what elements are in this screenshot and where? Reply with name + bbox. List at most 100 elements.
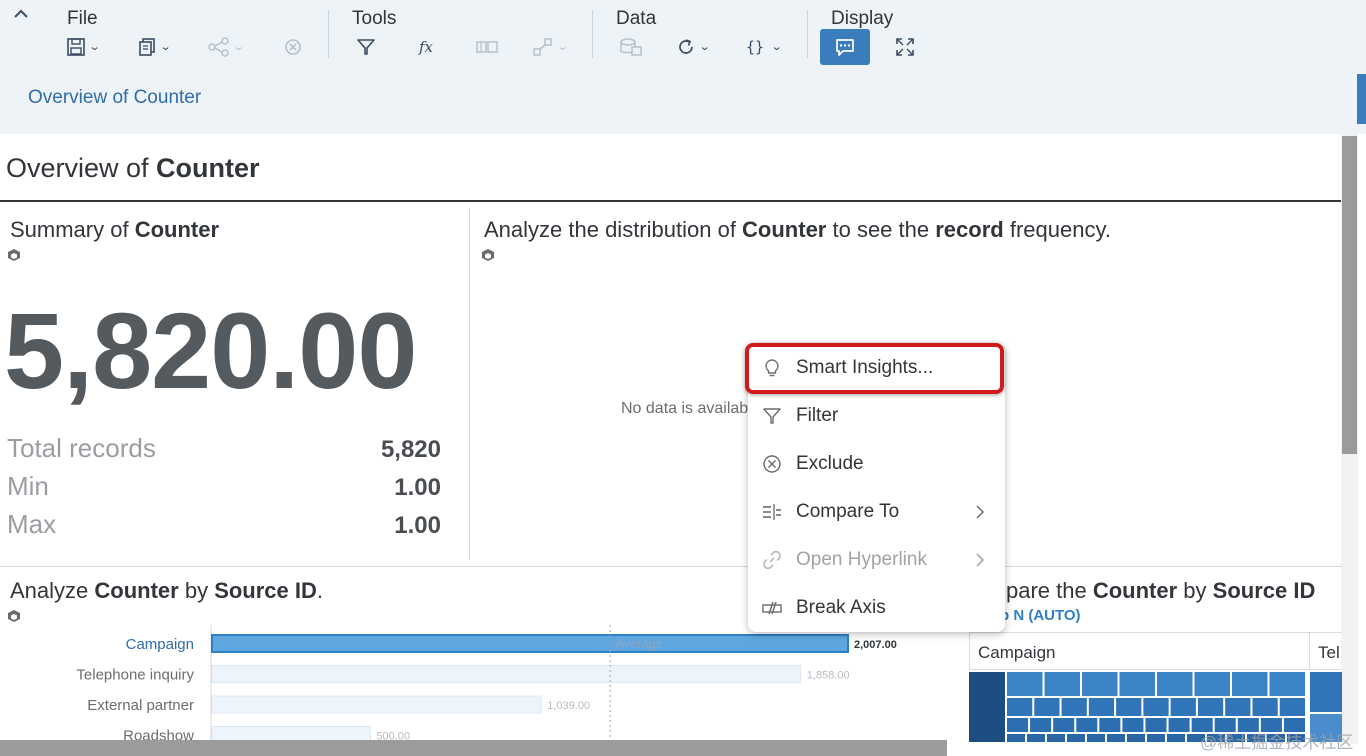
svg-text:{}: {} bbox=[746, 38, 764, 56]
menu-item-open-hyperlink[interactable]: Open Hyperlink bbox=[748, 536, 1005, 584]
category-label[interactable]: Telephone inquiry bbox=[76, 667, 194, 684]
display-group-title: Display bbox=[831, 8, 894, 29]
treemap-cell[interactable] bbox=[1167, 734, 1185, 742]
treemap-cell[interactable] bbox=[1067, 734, 1085, 742]
treemap-cell[interactable] bbox=[1107, 734, 1125, 742]
filter-icon bbox=[357, 39, 375, 55]
treemap-cell[interactable] bbox=[1127, 734, 1145, 742]
chevron-right-icon bbox=[976, 553, 985, 567]
stat-row: Total records 5,820 bbox=[7, 433, 441, 469]
treemap-cell[interactable] bbox=[1116, 698, 1142, 716]
linked-analysis-button[interactable]: ⌄ bbox=[532, 34, 569, 60]
treemap-cell[interactable] bbox=[1087, 734, 1105, 742]
treemap-cell[interactable] bbox=[1122, 718, 1144, 732]
model-icon bbox=[8, 249, 20, 261]
analyze-tile-title: Analyze Counter by Source ID. bbox=[10, 578, 324, 603]
treemap-cell[interactable] bbox=[1157, 672, 1193, 696]
average-label: Average bbox=[615, 636, 663, 651]
treemap-cell[interactable] bbox=[1030, 718, 1052, 732]
menu-item-label: Exclude bbox=[796, 453, 864, 474]
treemap-cell[interactable] bbox=[1007, 672, 1043, 696]
treemap-cell[interactable] bbox=[969, 672, 1005, 742]
compare-icon bbox=[763, 504, 781, 520]
treemap-cell[interactable] bbox=[1027, 734, 1045, 742]
data-source-button[interactable] bbox=[619, 34, 643, 60]
compare-tile-title: pare the Counter by Source ID bbox=[1006, 578, 1316, 603]
treemap-cell[interactable] bbox=[1279, 698, 1305, 716]
treemap-cell[interactable] bbox=[1047, 734, 1065, 742]
category-label[interactable]: Campaign bbox=[126, 636, 194, 653]
treemap-cell[interactable] bbox=[1225, 698, 1251, 716]
treemap-cell[interactable] bbox=[1007, 734, 1025, 742]
filter-button[interactable] bbox=[356, 34, 376, 60]
model-icon bbox=[8, 610, 20, 622]
treemap-cell[interactable] bbox=[1310, 672, 1342, 712]
comment-mode-button[interactable] bbox=[820, 29, 870, 65]
treemap-cell[interactable] bbox=[1007, 718, 1029, 732]
treemap-cell[interactable] bbox=[1076, 718, 1098, 732]
treemap-cell[interactable] bbox=[1143, 698, 1169, 716]
treemap-cell[interactable] bbox=[1061, 698, 1087, 716]
topn-label[interactable]: p N (AUTO) bbox=[1000, 607, 1081, 624]
treemap-cell[interactable] bbox=[1197, 698, 1224, 716]
exclude-icon bbox=[763, 455, 781, 473]
formula-button[interactable]: fx bbox=[418, 34, 438, 60]
treemap-cell[interactable] bbox=[1119, 672, 1156, 696]
category-label[interactable]: Roadshow bbox=[123, 728, 194, 741]
stat-row: Min 1.00 bbox=[7, 471, 441, 507]
highlight-box bbox=[745, 343, 1004, 394]
treemap-cell[interactable] bbox=[1053, 718, 1075, 732]
menu-item-compare-to[interactable]: Compare To bbox=[748, 488, 1005, 536]
breadcrumb[interactable]: Overview of Counter bbox=[28, 87, 201, 109]
save-icon bbox=[67, 38, 85, 56]
treemap-cell[interactable] bbox=[1269, 672, 1306, 696]
treemap-cell[interactable] bbox=[1252, 698, 1278, 716]
value-label: 500.00 bbox=[376, 731, 410, 741]
treemap-cell[interactable] bbox=[1170, 698, 1196, 716]
treemap-cell[interactable] bbox=[1088, 698, 1115, 716]
input-control-button[interactable] bbox=[475, 34, 499, 60]
bar[interactable] bbox=[211, 634, 849, 653]
bar[interactable] bbox=[211, 726, 371, 741]
stat-value: 1.00 bbox=[394, 512, 441, 539]
vertical-scrollbar-thumb[interactable] bbox=[1342, 136, 1357, 454]
script-button[interactable]: {} ⌄ bbox=[746, 34, 783, 60]
menu-item-exclude[interactable]: Exclude bbox=[748, 440, 1005, 488]
bar-chart[interactable]: Campaign 2,007.00 Telephone inquiry 1,858.0… bbox=[0, 625, 947, 740]
save-button[interactable]: ⌄ bbox=[66, 34, 101, 60]
fullscreen-button[interactable] bbox=[895, 34, 915, 60]
title-divider bbox=[0, 200, 1342, 202]
bar[interactable] bbox=[211, 695, 542, 714]
copy-button[interactable]: ⌄ bbox=[137, 34, 172, 60]
treemap-cell[interactable] bbox=[1145, 718, 1167, 732]
treemap-cell[interactable] bbox=[1232, 672, 1268, 696]
side-panel-handle[interactable] bbox=[1357, 74, 1366, 124]
toolbar-separator bbox=[592, 10, 593, 58]
treemap-cell[interactable] bbox=[1147, 734, 1165, 742]
bar[interactable] bbox=[211, 665, 802, 683]
data-group-title: Data bbox=[616, 8, 657, 29]
collapse-toolbar-button[interactable] bbox=[10, 6, 32, 28]
share-button[interactable]: ⌄ bbox=[208, 34, 245, 60]
category-label[interactable]: External partner bbox=[87, 697, 194, 714]
menu-item-break-axis[interactable]: Break Axis bbox=[748, 584, 1005, 632]
treemap-cell[interactable] bbox=[1007, 698, 1033, 716]
stat-label: Total records bbox=[7, 433, 156, 463]
fullscreen-icon bbox=[896, 38, 914, 56]
cancel-button[interactable] bbox=[283, 34, 303, 60]
tile-divider bbox=[469, 207, 470, 560]
toolbar-separator bbox=[807, 10, 808, 58]
treemap-cell[interactable] bbox=[1194, 672, 1231, 696]
treemap-cell[interactable] bbox=[1082, 672, 1118, 696]
page-title: Overview of Counter bbox=[6, 153, 260, 183]
treemap-cell[interactable] bbox=[1099, 718, 1121, 732]
refresh-button[interactable]: ⌄ bbox=[676, 34, 711, 60]
summary-tile-title: Summary of Counter bbox=[10, 217, 220, 242]
menu-item-label: Filter bbox=[796, 405, 839, 426]
treemap-cell[interactable] bbox=[1034, 698, 1060, 716]
treemap-cell[interactable] bbox=[1044, 672, 1081, 696]
horizontal-scrollbar[interactable] bbox=[0, 740, 947, 756]
formula-icon: fx bbox=[418, 38, 434, 56]
treemap-cell[interactable] bbox=[1168, 718, 1190, 732]
menu-item-filter[interactable]: Filter bbox=[748, 392, 1005, 440]
